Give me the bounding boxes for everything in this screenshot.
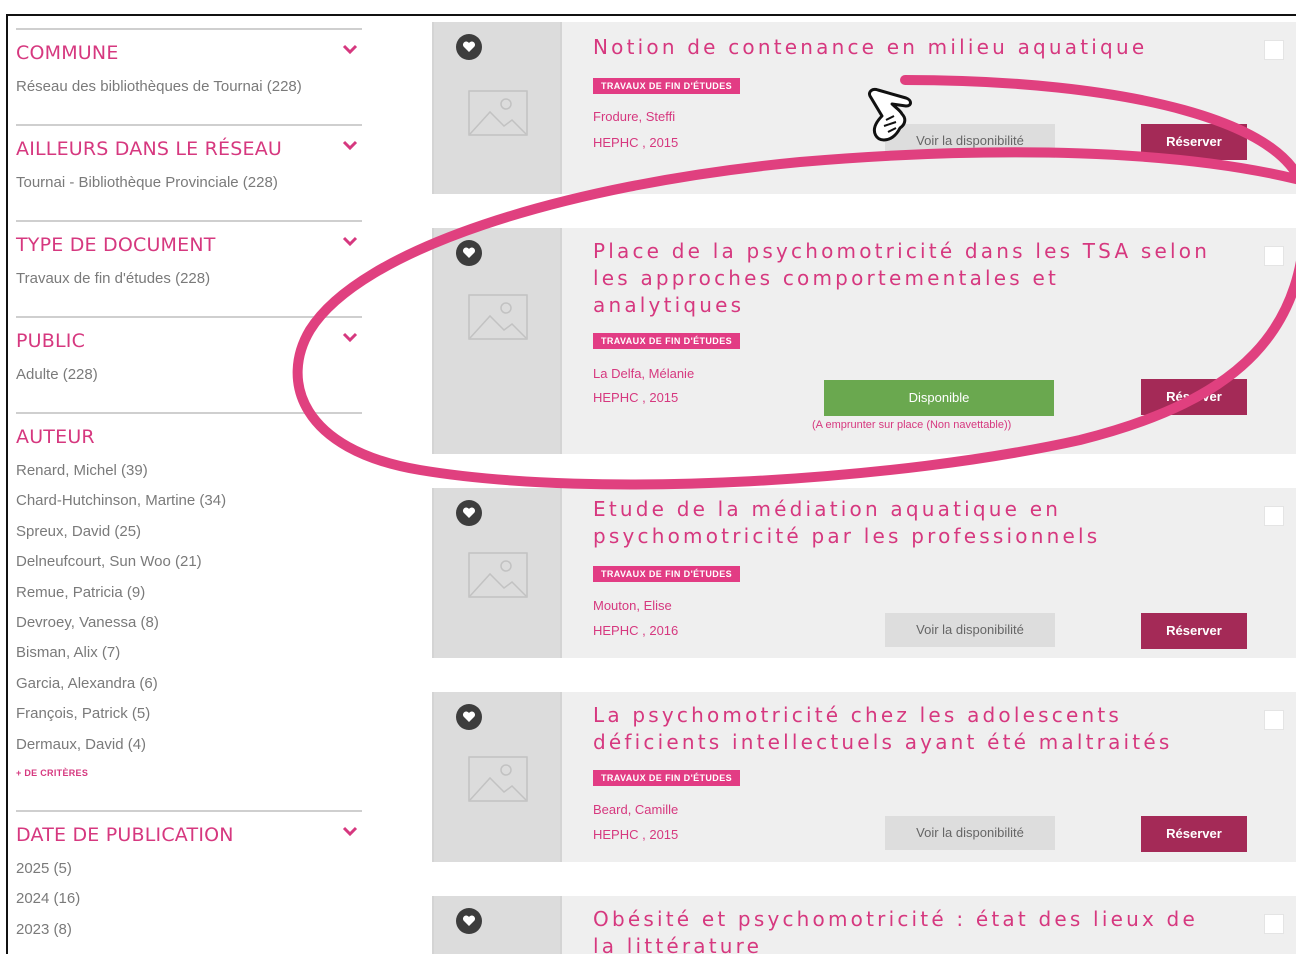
facet-divider xyxy=(16,28,362,30)
facet-option[interactable]: François, Patrick (5) xyxy=(16,705,150,722)
result-publisher: HEPHC , 2015 xyxy=(593,390,679,405)
facet-option[interactable]: Chard-Hutchinson, Martine (34) xyxy=(16,492,226,509)
facet-option[interactable]: Remue, Patricia (9) xyxy=(16,584,145,601)
result-card: Obésité et psychomotricité : état des li… xyxy=(432,896,1296,954)
heart-icon[interactable] xyxy=(456,704,482,730)
heart-icon[interactable] xyxy=(456,240,482,266)
more-criteria-link[interactable]: + DE CRITÈRES xyxy=(16,768,88,778)
facet-divider xyxy=(16,220,362,222)
result-publisher: HEPHC , 2015 xyxy=(593,827,679,842)
document-type-badge: TRAVAUX DE FIN D'ÉTUDES xyxy=(593,566,741,582)
facet-option[interactable]: 2024 (16) xyxy=(16,890,80,907)
result-title[interactable]: Etude de la médiation aquatique en psych… xyxy=(593,496,1213,550)
facet-option[interactable]: Dermaux, David (4) xyxy=(16,736,146,753)
screenshot-frame: COMMUNE Réseau des bibliothèques de Tour… xyxy=(0,0,1296,954)
facet-option[interactable]: Garcia, Alexandra (6) xyxy=(16,675,158,692)
result-author[interactable]: Beard, Camille xyxy=(593,802,678,817)
facet-option[interactable]: Travaux de fin d'études (228) xyxy=(16,270,210,287)
available-status-button[interactable]: Disponible xyxy=(824,380,1054,416)
result-title[interactable]: La psychomotricité chez les adolescents … xyxy=(593,702,1213,756)
select-checkbox[interactable] xyxy=(1264,710,1284,730)
document-type-badge: TRAVAUX DE FIN D'ÉTUDES xyxy=(593,78,741,94)
image-placeholder-icon xyxy=(468,552,528,598)
result-card: La psychomotricité chez les adolescents … xyxy=(432,692,1296,862)
facet-title: PUBLIC xyxy=(16,330,86,352)
availability-button[interactable]: Voir la disponibilité xyxy=(885,613,1055,647)
facet-option[interactable]: 2023 (8) xyxy=(16,921,72,938)
facet-divider xyxy=(16,124,362,126)
facet-title: COMMUNE xyxy=(16,42,119,64)
facet-option[interactable]: Adulte (228) xyxy=(16,366,98,383)
heart-icon[interactable] xyxy=(456,34,482,60)
facet-title: DATE DE PUBLICATION xyxy=(16,824,234,846)
result-author[interactable]: La Delfa, Mélanie xyxy=(593,366,694,381)
facet-date-toggle[interactable]: DATE DE PUBLICATION xyxy=(16,824,362,850)
facet-option[interactable]: Spreux, David (25) xyxy=(16,523,141,540)
result-author[interactable]: Frodure, Steffi xyxy=(593,109,675,124)
reserve-button[interactable]: Réserver xyxy=(1141,124,1247,160)
result-thumbnail xyxy=(432,896,562,954)
chevron-down-icon xyxy=(342,332,358,348)
facet-divider xyxy=(16,810,362,812)
facet-option[interactable]: Tournai - Bibliothèque Provinciale (228) xyxy=(16,174,278,191)
heart-icon[interactable] xyxy=(456,500,482,526)
reserve-button[interactable]: Réserver xyxy=(1141,613,1247,649)
availability-button[interactable]: Voir la disponibilité xyxy=(885,816,1055,850)
image-placeholder-icon xyxy=(468,294,528,340)
facet-option[interactable]: Devroey, Vanessa (8) xyxy=(16,614,159,631)
image-placeholder-icon xyxy=(468,756,528,802)
facet-title: TYPE DE DOCUMENT xyxy=(16,234,216,256)
result-publisher: HEPHC , 2015 xyxy=(593,135,679,150)
facet-title: AILLEURS DANS LE RÉSEAU xyxy=(16,138,282,160)
result-title[interactable]: Obésité et psychomotricité : état des li… xyxy=(593,906,1213,954)
facet-option[interactable]: Renard, Michel (39) xyxy=(16,462,148,479)
document-type-badge: TRAVAUX DE FIN D'ÉTUDES xyxy=(593,333,741,349)
facet-option[interactable]: Bisman, Alix (7) xyxy=(16,644,120,661)
facet-commune-toggle[interactable]: COMMUNE xyxy=(16,42,362,68)
result-thumbnail xyxy=(432,228,562,454)
chevron-down-icon xyxy=(342,236,358,252)
facet-public-toggle[interactable]: PUBLIC xyxy=(16,330,362,356)
result-title[interactable]: Notion de contenance en milieu aquatique xyxy=(593,34,1213,61)
facet-divider xyxy=(16,316,362,318)
chevron-down-icon xyxy=(342,44,358,60)
result-author[interactable]: Mouton, Elise xyxy=(593,598,672,613)
select-checkbox[interactable] xyxy=(1264,506,1284,526)
reserve-button[interactable]: Réserver xyxy=(1141,379,1247,415)
chevron-down-icon xyxy=(342,140,358,156)
facet-divider xyxy=(16,412,362,414)
facet-option[interactable]: 2025 (5) xyxy=(16,860,72,877)
facet-option[interactable]: Réseau des bibliothèques de Tournai (228… xyxy=(16,78,302,95)
heart-icon[interactable] xyxy=(456,908,482,934)
availability-note: (A emprunter sur place (Non navettable)) xyxy=(812,419,1012,431)
result-card: Notion de contenance en milieu aquatique… xyxy=(432,22,1296,194)
select-checkbox[interactable] xyxy=(1264,40,1284,60)
facet-auteur-toggle[interactable]: AUTEUR xyxy=(16,426,362,452)
facet-type-document-toggle[interactable]: TYPE DE DOCUMENT xyxy=(16,234,362,260)
select-checkbox[interactable] xyxy=(1264,914,1284,934)
result-card: Etude de la médiation aquatique en psych… xyxy=(432,488,1296,658)
result-title[interactable]: Place de la psychomotricité dans les TSA… xyxy=(593,238,1213,319)
reserve-button[interactable]: Réserver xyxy=(1141,816,1247,852)
facet-title: AUTEUR xyxy=(16,426,95,448)
image-placeholder-icon xyxy=(468,90,528,136)
facet-ailleurs-toggle[interactable]: AILLEURS DANS LE RÉSEAU xyxy=(16,138,362,164)
document-type-badge: TRAVAUX DE FIN D'ÉTUDES xyxy=(593,770,741,786)
result-card: Place de la psychomotricité dans les TSA… xyxy=(432,228,1296,454)
select-checkbox[interactable] xyxy=(1264,246,1284,266)
chevron-down-icon xyxy=(342,826,358,842)
availability-button[interactable]: Voir la disponibilité xyxy=(885,124,1055,158)
result-publisher: HEPHC , 2016 xyxy=(593,623,679,638)
facet-option[interactable]: Delneufcourt, Sun Woo (21) xyxy=(16,553,202,570)
